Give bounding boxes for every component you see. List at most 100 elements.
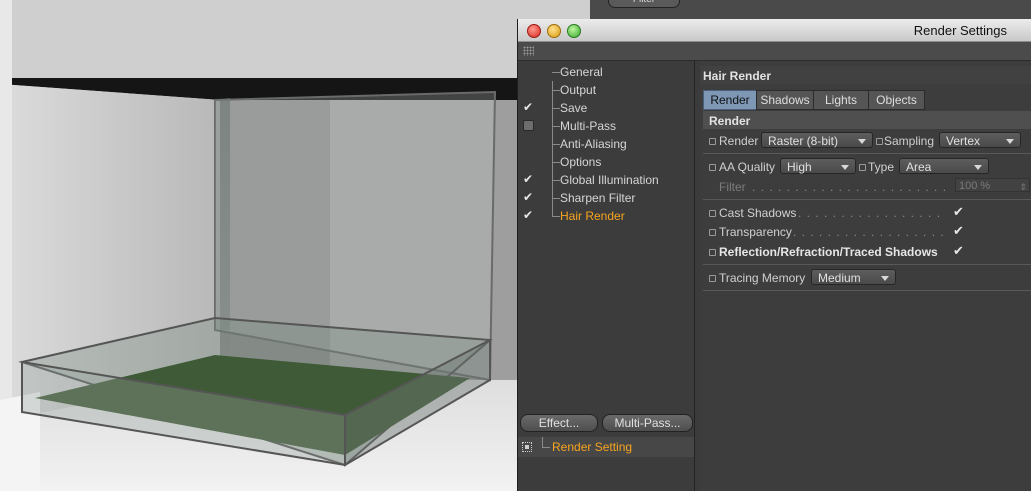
reflection-label: Reflection/Refraction/Traced Shadows (719, 245, 938, 259)
reflection-row: Reflection/Refraction/Traced Shadows ✔ (700, 242, 1031, 262)
chevron-down-icon (841, 165, 849, 170)
tab-lights[interactable]: Lights (813, 90, 869, 110)
panel-header: Hair Render (700, 66, 1031, 84)
aa-quality-row: AA Quality High Type Area (700, 157, 1031, 177)
transparency-checkbox[interactable]: ✔ (952, 224, 965, 237)
leader-dots: . . . . . . . . . . . . . . . . . . . . … (793, 225, 946, 239)
checkmark-icon[interactable]: ✔ (523, 101, 534, 113)
zoom-window-button[interactable] (567, 24, 581, 38)
section-header: Render (703, 111, 1031, 129)
checkmark-icon[interactable]: ✔ (523, 191, 534, 203)
tree-line (552, 207, 560, 217)
list-item-save[interactable]: ✔ Save (518, 99, 694, 117)
checkmark-icon[interactable]: ✔ (523, 173, 534, 185)
transparency-row: Transparency . . . . . . . . . . . . . .… (700, 222, 1031, 242)
filter-button-partial: Filter (608, 0, 680, 8)
animate-dot-icon[interactable] (709, 210, 716, 217)
minimize-window-button[interactable] (547, 24, 561, 38)
cast-shadows-checkbox[interactable]: ✔ (952, 205, 965, 218)
tree-line (542, 437, 550, 448)
tree-line (552, 153, 560, 163)
type-value: Area (906, 160, 932, 174)
tree-line (552, 189, 560, 199)
divider (703, 153, 1031, 154)
tree-line (552, 117, 560, 127)
animate-dot-icon[interactable] (709, 138, 716, 145)
checkbox-unchecked[interactable] (523, 120, 534, 131)
grip-icon[interactable] (523, 46, 534, 56)
animate-dot-icon[interactable] (709, 249, 716, 256)
list-item-label: Sharpen Filter (560, 191, 636, 205)
animate-dot-icon[interactable] (709, 229, 716, 236)
title-bar[interactable]: Render Settings (518, 19, 1031, 42)
aa-quality-value: High (787, 160, 812, 174)
reflection-checkbox[interactable]: ✔ (952, 244, 965, 257)
window-title: Render Settings (913, 23, 1007, 38)
sampling-value: Vertex (946, 134, 981, 148)
tree-line (552, 99, 560, 109)
checkmark-icon[interactable]: ✔ (523, 209, 534, 221)
tracing-memory-dropdown[interactable]: Medium (811, 269, 896, 285)
chevron-down-icon (858, 139, 866, 144)
list-item-label: Multi-Pass (560, 119, 617, 133)
multi-pass-button[interactable]: Multi-Pass... (602, 414, 693, 432)
animate-dot-icon[interactable] (709, 164, 716, 171)
list-item-label: General (560, 65, 603, 79)
tree-line (552, 63, 560, 73)
render-label: Render (719, 134, 759, 148)
render-mode-dropdown[interactable]: Raster (8-bit) (761, 132, 873, 148)
section-title: Render (709, 114, 751, 128)
background-toolbar: Filter (590, 0, 1031, 20)
aa-quality-dropdown[interactable]: High (780, 158, 856, 174)
sampling-dropdown[interactable]: Vertex (939, 132, 1021, 148)
divider (703, 264, 1031, 265)
cast-shadows-row: Cast Shadows . . . . . . . . . . . . . .… (700, 203, 1031, 223)
tree-line (552, 171, 560, 181)
render-mode-value: Raster (8-bit) (768, 134, 839, 148)
settings-list: General Output ✔ Save Multi-Pass Anti-Al… (518, 61, 695, 491)
type-dropdown[interactable]: Area (899, 158, 989, 174)
render-setting-item[interactable]: Render Setting (518, 437, 694, 457)
animate-dot-icon[interactable] (859, 164, 866, 171)
tab-objects[interactable]: Objects (868, 90, 925, 110)
animate-dot-icon[interactable] (709, 275, 716, 282)
list-item-general[interactable]: General (518, 63, 694, 81)
list-item-label: Global Illumination (560, 173, 659, 187)
divider (703, 290, 1031, 291)
list-item-output[interactable]: Output (518, 81, 694, 99)
close-window-button[interactable] (527, 24, 541, 38)
render-setting-label: Render Setting (552, 440, 633, 454)
leader-dots: . . . . . . . . . . . . . . . . . . . . … (752, 180, 952, 194)
list-item-global-illumination[interactable]: ✔ Global Illumination (518, 171, 694, 189)
filter-value: 100 % (959, 180, 991, 192)
render-settings-window: Render Settings General Output ✔ Save Mu… (517, 19, 1031, 491)
list-item-options[interactable]: Options (518, 153, 694, 171)
tab-shadows[interactable]: Shadows (756, 90, 814, 110)
tab-render[interactable]: Render (703, 90, 757, 110)
filter-row: Filter . . . . . . . . . . . . . . . . .… (700, 177, 1031, 197)
effect-button[interactable]: Effect... (520, 414, 598, 432)
list-item-anti-aliasing[interactable]: Anti-Aliasing (518, 135, 694, 153)
list-item-label: Anti-Aliasing (560, 137, 627, 151)
tree-line (552, 135, 560, 145)
panel-grip-bar (518, 42, 1031, 61)
type-label: Type (868, 160, 895, 174)
tracing-memory-value: Medium (818, 271, 861, 285)
list-item-sharpen-filter[interactable]: ✔ Sharpen Filter (518, 189, 694, 207)
panel-title: Hair Render (703, 69, 772, 83)
list-item-hair-render[interactable]: ✔ Hair Render (518, 207, 694, 225)
chevron-down-icon (881, 276, 889, 281)
tracing-memory-label: Tracing Memory (719, 271, 806, 285)
list-item-label: Output (560, 83, 597, 97)
sampling-label: Sampling (884, 134, 935, 148)
transparency-label: Transparency (719, 225, 792, 239)
cast-shadows-label: Cast Shadows (719, 206, 797, 220)
leader-dots: . . . . . . . . . . . . . . . . . . . . … (798, 206, 946, 220)
divider (703, 199, 1031, 200)
list-item-label: Hair Render (560, 209, 625, 223)
tracing-memory-row: Tracing Memory Medium (700, 268, 1031, 288)
list-item-multi-pass[interactable]: Multi-Pass (518, 117, 694, 135)
tree-line (552, 81, 560, 91)
render-setting-icon (522, 442, 532, 452)
animate-dot-icon[interactable] (876, 138, 883, 145)
